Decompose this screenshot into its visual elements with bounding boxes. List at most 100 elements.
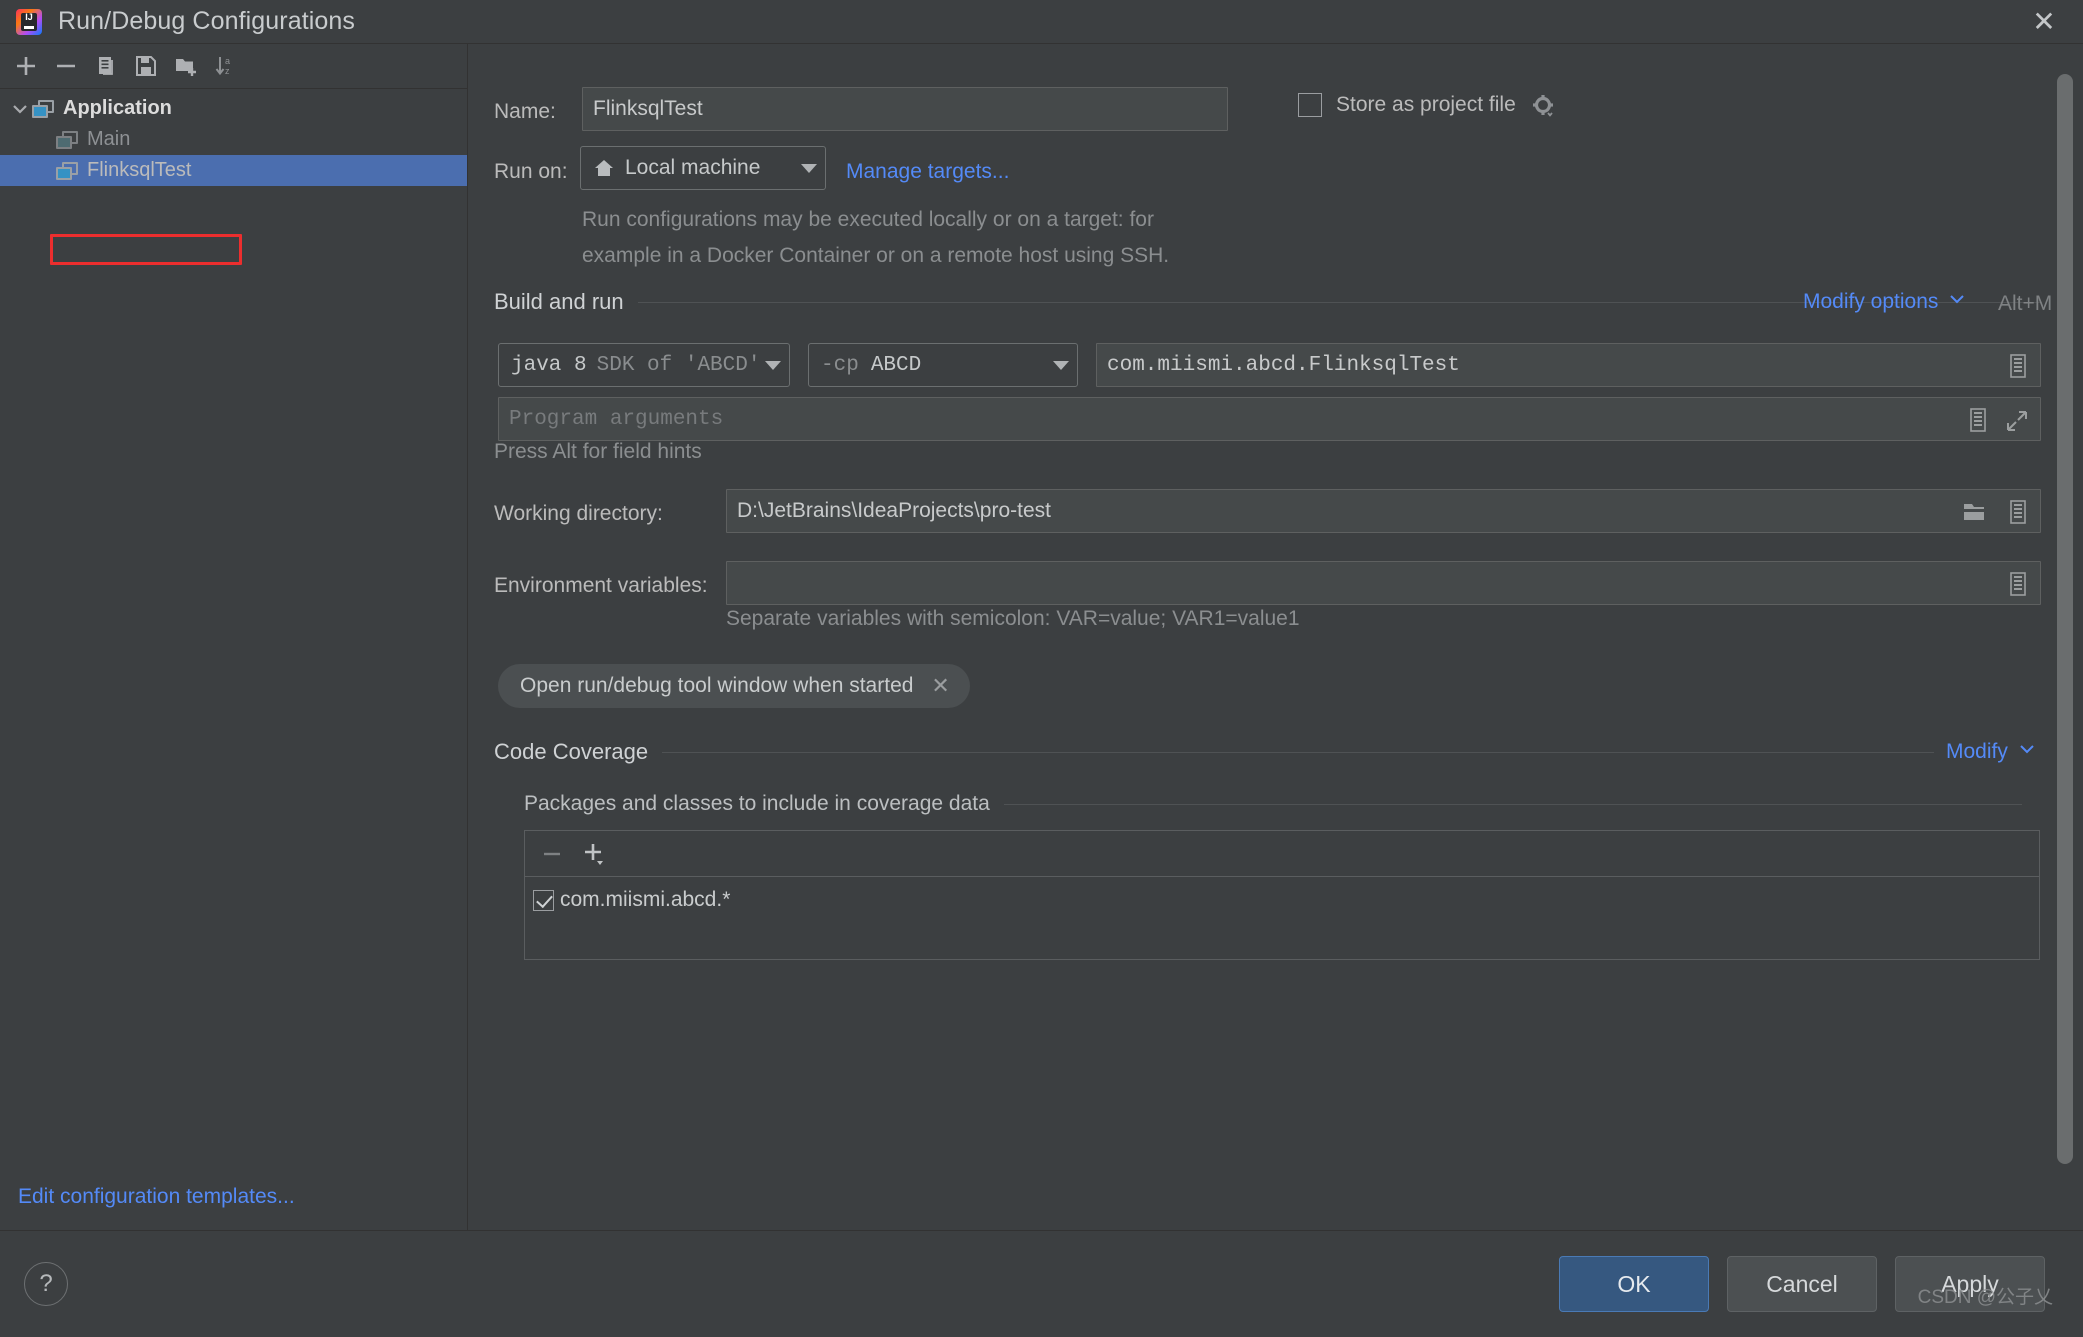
chip-label: Open run/debug tool window when started [520,674,914,697]
expand-editor-icon[interactable] [2004,409,2030,440]
environment-variables-hint: Separate variables with semicolon: VAR=v… [726,607,1300,630]
classpath-prefix: -cp [821,353,859,377]
configuration-editor-pane: Name: FlinksqlTest Store as project file [468,44,2083,1230]
main-class-input[interactable]: com.miismi.abcd.FlinksqlTest [1096,343,2041,387]
add-package-button[interactable] [575,834,613,874]
highlight-box-selected-config [50,234,242,265]
configurations-sidebar: a z Application Main FlinksqlTest Edit c… [0,44,468,1230]
svg-text:a: a [225,56,230,66]
name-label: Name: [494,100,556,123]
section-divider [662,751,1934,753]
table-row[interactable]: com.miismi.abcd.* [525,877,2039,923]
configurations-tree: Application Main FlinksqlTest [0,89,467,1164]
tree-item-label: Main [87,128,131,150]
dialog-title: Run/Debug Configurations [58,7,356,35]
watermark: CSDN @公子乂 [1917,1287,2053,1308]
svg-text:z: z [225,66,230,76]
working-directory-input[interactable]: D:\JetBrains\IdeaProjects\pro-test [726,489,2041,533]
program-arguments-placeholder: Program arguments [509,407,724,431]
close-icon[interactable]: ✕ [931,673,949,699]
folder-icon[interactable] [1962,500,1988,530]
ok-button[interactable]: OK [1559,1256,1709,1312]
coverage-packages-label: Packages and classes to include in cover… [524,792,990,815]
environment-variables-input[interactable] [726,561,2041,605]
dialog-footer: ? OK Cancel Apply CSDN @公子乂 [0,1230,2083,1337]
run-on-description-line-2: example in a Docker Container or on a re… [582,244,1170,267]
coverage-table-toolbar [525,831,2039,877]
chevron-down-icon [1948,290,1966,314]
gear-icon[interactable] [1530,92,1556,118]
chevron-down-icon [801,163,817,173]
chevron-down-icon [2018,740,2036,764]
run-on-target-dropdown[interactable]: Local machine [580,146,826,190]
modify-options-link[interactable]: Modify options [1803,290,1966,314]
new-folder-icon[interactable] [166,46,206,86]
coverage-row-checkbox[interactable] [533,889,554,911]
run-on-target-value: Local machine [625,156,761,179]
tree-item-flinksqltest[interactable]: FlinksqlTest [0,155,467,186]
field-hints-text: Press Alt for field hints [494,440,702,463]
classpath-module-dropdown[interactable]: -cp ABCD [808,343,1078,387]
run-config-icon [56,161,78,180]
expand-list-icon[interactable] [2006,353,2030,386]
browse-icon[interactable] [2006,571,2030,603]
tree-item-application[interactable]: Application [0,93,467,124]
jre-value: java 8 [511,353,587,377]
logo-underscore [24,25,34,29]
macro-icon[interactable] [1966,407,1990,440]
sort-alphabetically-icon[interactable]: a z [206,46,246,86]
application-config-icon [32,99,54,118]
chevron-down-icon [1053,360,1069,370]
store-as-project-file-checkbox[interactable] [1298,93,1322,117]
copy-icon[interactable] [86,46,126,86]
edit-configuration-templates-link[interactable]: Edit configuration templates... [0,1164,467,1230]
build-and-run-title: Build and run [494,289,624,314]
run-config-icon [56,130,78,149]
store-as-project-file-row[interactable]: Store as project file [1298,92,1556,118]
coverage-packages-subheader: Packages and classes to include in cover… [524,792,2022,816]
tree-item-main[interactable]: Main [0,124,467,155]
save-icon[interactable] [126,46,166,86]
coverage-row-label: com.miismi.abcd.* [560,888,731,911]
code-coverage-title: Code Coverage [494,739,649,764]
jre-sdk-hint: SDK of 'ABCD' [596,353,761,377]
macro-icon[interactable] [2006,499,2030,531]
modify-options-shortcut: Alt+M [1998,292,2053,315]
environment-variables-label: Environment variables: [494,574,708,597]
help-button[interactable]: ? [24,1262,68,1306]
code-coverage-modify-link[interactable]: Modify [1946,740,2036,764]
chevron-down-icon[interactable] [8,99,32,119]
add-configuration-button[interactable] [6,46,46,86]
coverage-packages-table: com.miismi.abcd.* [524,830,2040,960]
remove-configuration-button[interactable] [46,46,86,86]
home-icon [593,157,615,179]
tree-item-label: Application [63,97,172,119]
run-debug-configurations-dialog: IJ Run/Debug Configurations ✕ a z Applic… [0,0,2083,1337]
open-run-debug-tool-window-chip[interactable]: Open run/debug tool window when started … [498,664,970,708]
jre-dropdown[interactable]: java 8 SDK of 'ABCD' [498,343,790,387]
store-as-project-file-label: Store as project file [1336,93,1516,116]
run-on-label: Run on: [494,160,568,183]
close-icon[interactable]: ✕ [2005,0,2083,44]
program-arguments-input[interactable]: Program arguments [498,397,2041,441]
cancel-button[interactable]: Cancel [1727,1256,1877,1312]
run-on-description-line-1: Run configurations may be executed local… [582,208,1154,231]
section-divider [1003,803,2022,805]
remove-package-button[interactable] [533,834,571,874]
code-coverage-modify-label: Modify [1946,740,2008,763]
dialog-titlebar: IJ Run/Debug Configurations ✕ [0,0,2083,44]
working-directory-label: Working directory: [494,502,663,525]
modify-options-label: Modify options [1803,290,1939,313]
classpath-value: ABCD [870,353,922,377]
sidebar-toolbar: a z [0,44,467,89]
name-input-value: FlinksqlTest [593,97,703,120]
logo-text: IJ [25,11,33,22]
dialog-body: a z Application Main FlinksqlTest Edit c… [0,44,2083,1230]
manage-targets-link[interactable]: Manage targets... [846,160,1009,184]
working-directory-value: D:\JetBrains\IdeaProjects\pro-test [737,499,1051,522]
code-coverage-section-header: Code Coverage [494,739,1934,765]
name-input[interactable]: FlinksqlTest [582,87,1228,131]
intellij-idea-logo-icon: IJ [16,8,42,35]
chevron-down-icon [765,360,781,370]
vertical-scrollbar[interactable] [2057,74,2073,1164]
